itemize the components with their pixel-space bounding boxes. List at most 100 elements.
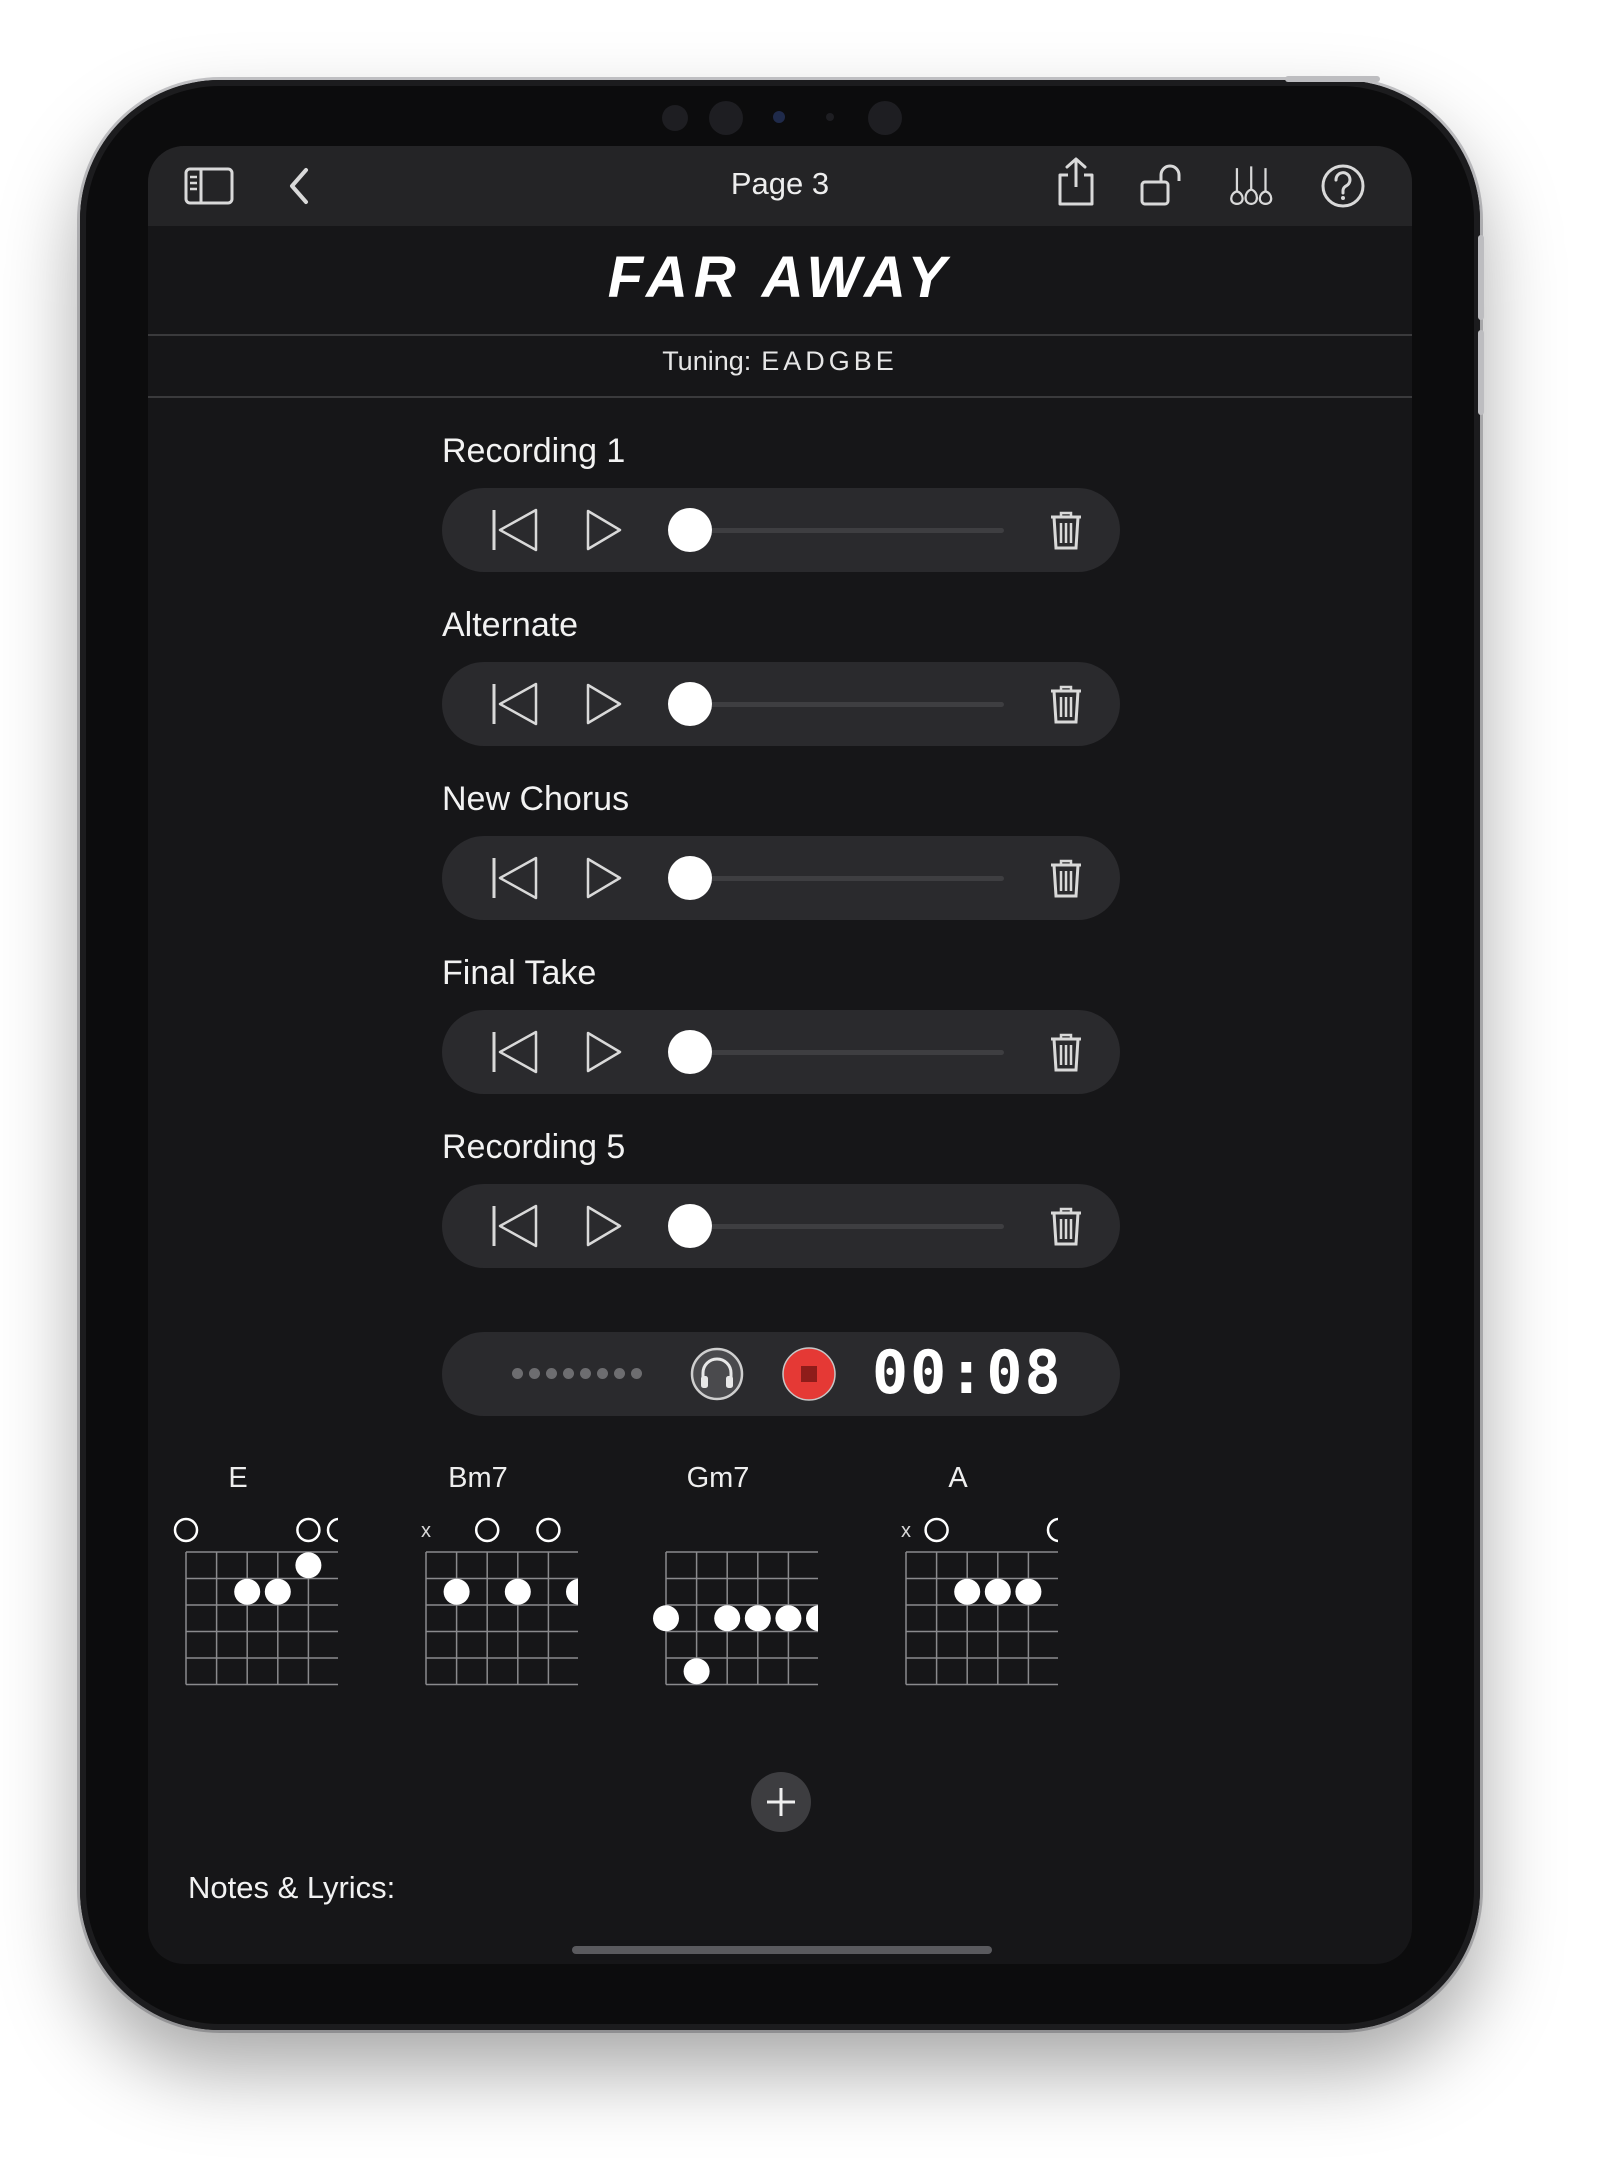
- progress-knob[interactable]: [668, 856, 712, 900]
- help-icon[interactable]: [1318, 164, 1368, 208]
- chord-diagram[interactable]: E: [148, 1462, 338, 1762]
- open-string-marker: [1046, 1517, 1058, 1543]
- recording-timer: 00:08: [872, 1338, 1063, 1408]
- chord-diagram[interactable]: Bm7 x: [378, 1462, 578, 1762]
- progress-knob[interactable]: [668, 1030, 712, 1074]
- home-indicator: [572, 1946, 992, 1954]
- recording-title: Alternate: [442, 606, 579, 644]
- muted-string-marker: x: [901, 1520, 911, 1542]
- finger-dot: [443, 1578, 470, 1605]
- open-string-marker: [173, 1517, 199, 1543]
- level-dot: [546, 1368, 557, 1379]
- skip-back-icon[interactable]: [490, 1204, 540, 1248]
- level-dot: [614, 1368, 625, 1379]
- open-string-marker: [924, 1517, 949, 1543]
- instruments-icon[interactable]: [1228, 164, 1278, 208]
- progress-track[interactable]: [708, 1050, 1004, 1055]
- finger-dot: [744, 1605, 771, 1632]
- skip-back-icon[interactable]: [490, 682, 540, 726]
- record-stop-button[interactable]: [782, 1347, 836, 1401]
- finger-dot: [234, 1578, 261, 1605]
- recording-player: [442, 1010, 1120, 1094]
- page-title: Page 3: [730, 166, 830, 201]
- fretboard-grid: x: [421, 1517, 578, 1686]
- play-icon[interactable]: [582, 682, 626, 726]
- recording-title: New Chorus: [442, 780, 630, 818]
- unlock-icon[interactable]: [1138, 164, 1188, 208]
- volume-down-button: [1478, 330, 1484, 415]
- finger-dot: [714, 1605, 741, 1632]
- recording-player: [442, 1184, 1120, 1268]
- progress-track[interactable]: [708, 876, 1004, 881]
- play-icon[interactable]: [582, 856, 626, 900]
- song-title: FAR AWAY: [607, 245, 953, 310]
- open-string-marker: [536, 1517, 561, 1543]
- divider: [148, 334, 1412, 336]
- camera: [709, 101, 743, 135]
- chord-name: E: [228, 1462, 248, 1494]
- share-icon[interactable]: [1051, 157, 1101, 206]
- open-string-marker: [296, 1517, 321, 1543]
- finger-dot: [566, 1578, 578, 1605]
- headphones-icon[interactable]: [690, 1347, 744, 1401]
- level-dot: [580, 1368, 591, 1379]
- chord-diagram[interactable]: Gm7: [618, 1462, 818, 1762]
- skip-back-icon[interactable]: [490, 1030, 540, 1074]
- open-string-marker: [474, 1517, 500, 1543]
- finger-dot: [775, 1605, 802, 1632]
- progress-knob[interactable]: [668, 1204, 712, 1248]
- recording-title: Recording 5: [442, 1128, 626, 1166]
- progress-knob[interactable]: [668, 682, 712, 726]
- chord-name: A: [948, 1462, 968, 1494]
- fretboard-grid: [173, 1517, 338, 1686]
- trash-icon[interactable]: [1046, 508, 1086, 552]
- top-button: [1285, 76, 1380, 82]
- trash-icon[interactable]: [1046, 1030, 1086, 1074]
- chord-name: Bm7: [448, 1462, 508, 1494]
- progress-track[interactable]: [708, 702, 1004, 707]
- play-icon[interactable]: [582, 508, 626, 552]
- play-icon[interactable]: [582, 1204, 626, 1248]
- progress-track[interactable]: [708, 528, 1004, 533]
- notes-lyrics-label: Notes & Lyrics:: [188, 1870, 396, 1905]
- chord-name: Gm7: [686, 1462, 750, 1494]
- open-string-marker: [326, 1517, 338, 1543]
- finger-dot: [806, 1605, 818, 1632]
- recorder-bar: 00:08: [442, 1332, 1120, 1416]
- trash-icon[interactable]: [1046, 1204, 1086, 1248]
- finger-dot: [1015, 1578, 1042, 1605]
- recording-title: Final Take: [442, 954, 597, 992]
- tuning-line: Tuning: EADGBE: [148, 346, 1412, 377]
- chord-diagram[interactable]: Ax: [858, 1462, 1058, 1762]
- progress-track[interactable]: [708, 1224, 1004, 1229]
- level-dot: [631, 1368, 642, 1379]
- volume-up-button: [1478, 235, 1484, 320]
- skip-back-icon[interactable]: [490, 508, 540, 552]
- toolbar: Page 3: [148, 146, 1412, 226]
- plus-icon: [767, 1788, 795, 1816]
- play-icon[interactable]: [582, 1030, 626, 1074]
- tuning-label: Tuning:: [662, 346, 752, 376]
- finger-dot: [984, 1578, 1011, 1605]
- divider: [148, 396, 1412, 398]
- screen: Page 3 FAR AWAY Tuning: EADGBE Recording …: [148, 146, 1412, 1964]
- level-dot: [597, 1368, 608, 1379]
- finger-dot: [295, 1552, 322, 1579]
- level-dot: [563, 1368, 574, 1379]
- add-chord-button[interactable]: [751, 1772, 811, 1832]
- finger-dot: [683, 1658, 710, 1685]
- finger-dot: [954, 1578, 981, 1605]
- skip-back-icon[interactable]: [490, 856, 540, 900]
- trash-icon[interactable]: [1046, 682, 1086, 726]
- level-meter: [512, 1368, 642, 1379]
- fretboard-grid: x: [901, 1517, 1058, 1686]
- finger-dot: [264, 1578, 291, 1605]
- finger-dot: [653, 1605, 679, 1632]
- recording-player: [442, 488, 1120, 572]
- finger-dot: [504, 1578, 531, 1605]
- progress-knob[interactable]: [668, 508, 712, 552]
- recording-player: [442, 662, 1120, 746]
- muted-string-marker: x: [421, 1520, 431, 1542]
- sensor: [826, 113, 834, 121]
- trash-icon[interactable]: [1046, 856, 1086, 900]
